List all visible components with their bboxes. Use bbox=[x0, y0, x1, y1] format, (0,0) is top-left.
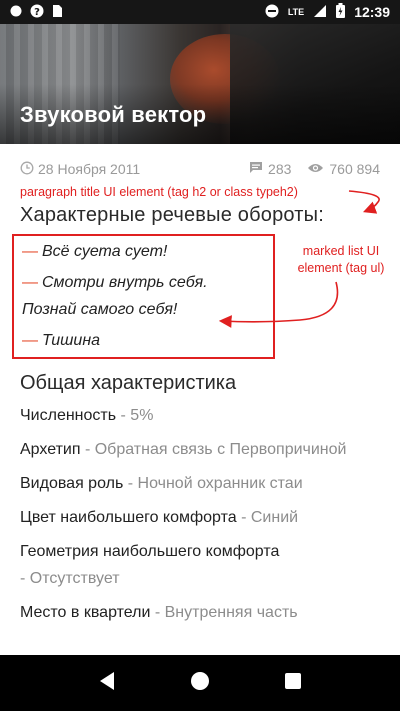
property-row: Цвет наибольшего комфорта - Синий bbox=[20, 504, 380, 531]
header-image: Звуковой вектор bbox=[0, 24, 400, 144]
property-label: Цвет наибольшего комфорта bbox=[20, 509, 237, 526]
do-not-disturb-icon bbox=[265, 4, 279, 21]
property-value: Отсутствует bbox=[29, 570, 120, 587]
page-title: Звуковой вектор bbox=[20, 102, 207, 127]
property-row: Архетип - Обратная связь с Первопричиной bbox=[20, 436, 380, 463]
battery-charging-icon bbox=[336, 3, 346, 21]
views-value: 760 894 bbox=[329, 161, 380, 177]
list-item: — Смотри внутрь себя. bbox=[22, 269, 282, 296]
list-item-text: Всё суета сует! bbox=[42, 243, 168, 260]
property-value: Синий bbox=[250, 509, 299, 526]
property-separator: - bbox=[150, 604, 165, 621]
back-button[interactable] bbox=[87, 663, 127, 703]
list-item: — Всё суета сует! bbox=[22, 238, 282, 265]
property-value: Внутренняя часть bbox=[164, 604, 298, 621]
network-type-label: LTE bbox=[287, 7, 305, 17]
list-item: — Тишина bbox=[22, 327, 282, 354]
property-separator: - bbox=[80, 441, 95, 458]
dash-bullet-icon: — bbox=[22, 274, 38, 291]
publish-date: 28 Ноября 2011 bbox=[38, 161, 141, 177]
list-item-text: Познай самого себя! bbox=[22, 301, 178, 318]
home-icon bbox=[190, 671, 210, 696]
title-annotation-arrow bbox=[348, 190, 380, 214]
article-meta: 28 Ноября 2011 283 760 894 bbox=[20, 158, 380, 180]
property-row: Геометрия наибольшего комфорта - Отсутст… bbox=[20, 538, 380, 592]
property-value: 5% bbox=[130, 407, 154, 424]
property-separator: - bbox=[116, 407, 131, 424]
list-item-text: Смотри внутрь себя. bbox=[42, 274, 208, 291]
property-label: Видовая роль bbox=[20, 475, 124, 492]
property-separator: - bbox=[123, 475, 138, 492]
dash-bullet-icon: — bbox=[22, 332, 38, 349]
eye-icon bbox=[307, 161, 324, 177]
property-separator: - bbox=[236, 509, 251, 526]
system-nav-bar bbox=[0, 655, 400, 711]
speech-heading: Характерные речевые обороты: bbox=[20, 204, 324, 226]
comments-value: 283 bbox=[268, 161, 292, 177]
back-icon bbox=[98, 671, 116, 696]
annotation-list-note: marked list UI element (tag ul) bbox=[285, 243, 397, 277]
status-bar: ? LTE 12:39 bbox=[0, 0, 400, 24]
clock-icon bbox=[20, 161, 34, 178]
list-item-continuation: Познай самого себя! bbox=[22, 296, 282, 323]
general-heading: Общая характеристика bbox=[20, 372, 237, 394]
signal-icon bbox=[313, 4, 327, 21]
property-value: Обратная связь с Первопричиной bbox=[94, 441, 347, 458]
svg-text:?: ? bbox=[34, 7, 40, 18]
property-label: Архетип bbox=[20, 441, 81, 458]
sim-card-icon bbox=[52, 4, 63, 21]
comments-count[interactable]: 283 bbox=[249, 161, 291, 177]
property-row: Место в квартели - Внутренняя часть bbox=[20, 599, 380, 626]
property-row: Видовая роль - Ночной охранник стаи bbox=[20, 470, 380, 497]
clock: 12:39 bbox=[354, 4, 390, 20]
annotation-list-note-line2: element (tag ul) bbox=[297, 261, 385, 275]
recents-icon bbox=[284, 672, 302, 695]
property-label: Место в квартели bbox=[20, 604, 151, 621]
home-button[interactable] bbox=[180, 663, 220, 703]
annotation-list-note-line1: marked list UI bbox=[302, 244, 380, 258]
property-value: Ночной охранник стаи bbox=[137, 475, 303, 492]
property-label: Геометрия наибольшего комфорта bbox=[20, 543, 280, 560]
property-separator: - bbox=[20, 570, 30, 587]
notification-dot-icon bbox=[10, 5, 22, 20]
property-label: Численность bbox=[20, 407, 117, 424]
dash-bullet-icon: — bbox=[22, 243, 38, 260]
comment-icon bbox=[249, 161, 263, 177]
annotation-title-note: paragraph title UI element (tag h2 or cl… bbox=[20, 185, 298, 199]
property-row: Численность - 5% bbox=[20, 402, 380, 429]
wifi-question-icon: ? bbox=[30, 4, 44, 21]
views-count: 760 894 bbox=[307, 161, 380, 177]
recents-button[interactable] bbox=[273, 663, 313, 703]
property-list: Численность - 5% Архетип - Обратная связ… bbox=[20, 402, 380, 633]
speech-list: — Всё суета сует! — Смотри внутрь себя. По… bbox=[22, 238, 282, 354]
list-item-text: Тишина bbox=[42, 332, 101, 349]
